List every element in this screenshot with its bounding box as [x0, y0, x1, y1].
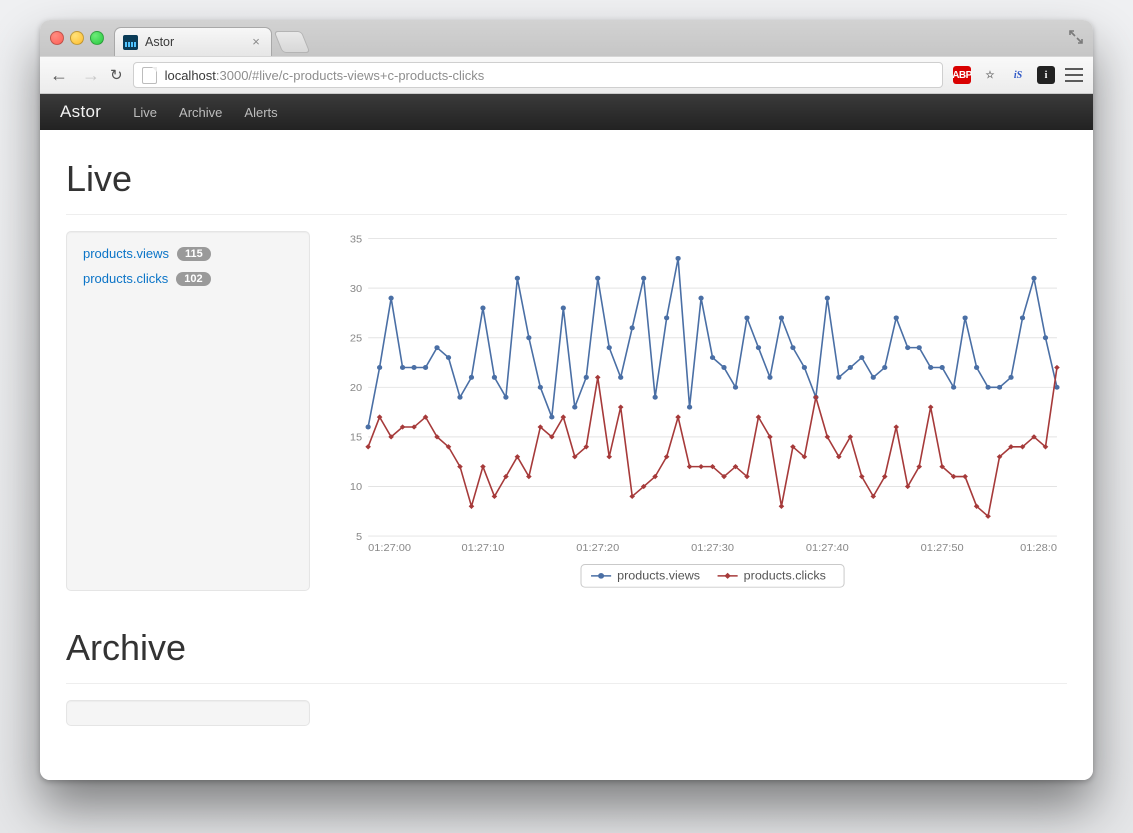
- svg-text:25: 25: [350, 333, 362, 345]
- svg-text:01:27:10: 01:27:10: [461, 542, 504, 554]
- svg-text:15: 15: [350, 432, 362, 444]
- window-controls: [50, 31, 104, 45]
- browser-tab-bar: Astor: [40, 20, 1093, 56]
- window-minimize-button[interactable]: [70, 31, 84, 45]
- favicon-icon: [123, 35, 138, 50]
- browser-window: Astor ← → ↻ localhost:3000/#live/c-produ…: [40, 20, 1093, 780]
- metric-link-clicks[interactable]: products.clicks: [83, 271, 168, 286]
- extension-is-icon[interactable]: [1009, 66, 1027, 84]
- address-bar[interactable]: localhost:3000/#live/c-products-views+c-…: [133, 62, 943, 88]
- divider: [66, 214, 1067, 215]
- extension-info-icon[interactable]: [1037, 66, 1055, 84]
- metric-link-views[interactable]: products.views: [83, 246, 169, 261]
- nav-alerts[interactable]: Alerts: [244, 105, 277, 120]
- window-zoom-button[interactable]: [90, 31, 104, 45]
- window-close-button[interactable]: [50, 31, 64, 45]
- archive-heading: Archive: [66, 627, 1067, 669]
- svg-text:30: 30: [350, 283, 362, 295]
- svg-text:01:27:00: 01:27:00: [368, 542, 411, 554]
- new-tab-button[interactable]: [274, 31, 311, 53]
- url-host: localhost: [165, 68, 216, 83]
- svg-text:01:27:20: 01:27:20: [576, 542, 619, 554]
- reload-button[interactable]: ↻: [110, 66, 123, 84]
- fullscreen-icon[interactable]: [1069, 30, 1083, 44]
- metric-item: products.clicks 102: [83, 271, 293, 286]
- browser-toolbar: ← → ↻ localhost:3000/#live/c-products-vi…: [40, 56, 1093, 94]
- nav-archive[interactable]: Archive: [179, 105, 222, 120]
- forward-button[interactable]: →: [82, 65, 100, 86]
- svg-text:01:27:40: 01:27:40: [806, 542, 849, 554]
- metric-badge: 102: [176, 272, 210, 286]
- tab-close-button[interactable]: [249, 35, 263, 49]
- live-heading: Live: [66, 158, 1067, 200]
- metric-badge: 115: [177, 247, 211, 261]
- svg-text:products.clicks: products.clicks: [744, 569, 826, 583]
- browser-tab[interactable]: Astor: [114, 27, 272, 56]
- svg-text:01:27:50: 01:27:50: [921, 542, 964, 554]
- app-brand[interactable]: Astor: [60, 102, 101, 122]
- app-navbar: Astor Live Archive Alerts: [40, 94, 1093, 130]
- svg-text:20: 20: [350, 382, 362, 394]
- browser-menu-button[interactable]: [1065, 68, 1083, 82]
- svg-text:35: 35: [350, 234, 362, 246]
- nav-live[interactable]: Live: [133, 105, 157, 120]
- extension-icons: [953, 66, 1083, 84]
- svg-text:5: 5: [356, 531, 362, 543]
- bookmark-star-icon[interactable]: [981, 66, 999, 84]
- app-viewport: Astor Live Archive Alerts Live products.…: [40, 94, 1093, 780]
- metric-item: products.views 115: [83, 246, 293, 261]
- archive-sidebar: [66, 700, 310, 726]
- url-path: :3000/#live/c-products-views+c-products-…: [216, 68, 484, 83]
- divider: [66, 683, 1067, 684]
- live-chart: 5 10 15 20 25 30 35 01:27:00 01:27:10 01:27:20 01:…: [334, 231, 1067, 591]
- page-icon: [142, 67, 157, 84]
- adblock-icon[interactable]: [953, 66, 971, 84]
- svg-text:01:28:0: 01:28:0: [1020, 542, 1057, 554]
- svg-text:10: 10: [350, 482, 362, 494]
- back-button[interactable]: ←: [50, 65, 68, 86]
- svg-text:01:27:30: 01:27:30: [691, 542, 734, 554]
- metrics-sidebar: products.views 115 products.clicks 102: [66, 231, 310, 591]
- tab-title: Astor: [145, 35, 174, 49]
- svg-text:products.views: products.views: [617, 569, 700, 583]
